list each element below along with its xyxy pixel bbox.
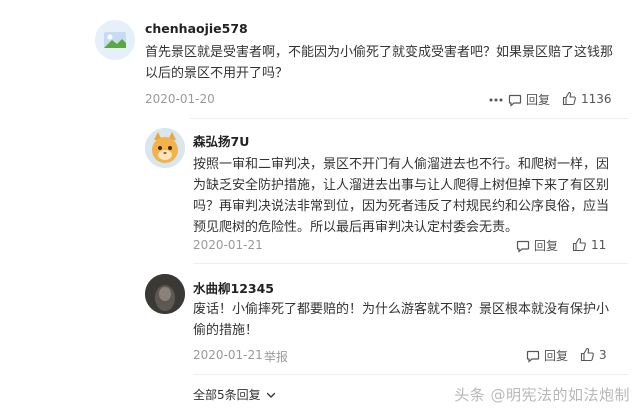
comment-date: 2020-01-20: [145, 92, 215, 106]
show-all-replies-button[interactable]: 全部5条回复: [193, 386, 277, 403]
thumbs-up-icon: [572, 237, 586, 252]
reply-button[interactable]: 回复: [516, 237, 558, 254]
reply-label: 回复: [544, 349, 569, 363]
like-button[interactable]: 3: [580, 347, 607, 362]
dark-photo-avatar-icon: [145, 274, 185, 314]
reply-bubble-icon: [526, 350, 540, 363]
comment-username[interactable]: chenhaojie578: [145, 21, 248, 36]
thumbs-up-icon: [562, 91, 576, 106]
comment-username[interactable]: 水曲柳12345: [193, 278, 274, 297]
comment-username[interactable]: 森弘扬7U: [193, 131, 249, 150]
comment-menu-button[interactable]: [488, 92, 504, 108]
chevron-down-icon: [266, 392, 275, 398]
user-avatar[interactable]: [145, 274, 185, 314]
like-button[interactable]: 1136: [562, 91, 612, 106]
reply-bubble-icon: [508, 94, 522, 107]
like-count: 1136: [581, 91, 612, 106]
like-count: 11: [591, 237, 607, 252]
thumbs-up-icon: [580, 347, 594, 362]
divider: [190, 118, 628, 119]
reply-label: 回复: [534, 239, 559, 253]
comment-text: 废话！小偷摔死了都要赔的！为什么游客就不赔？景区根本就没有保护小偷的措施！: [193, 302, 610, 338]
report-link[interactable]: 举报: [264, 348, 288, 365]
reply-button[interactable]: 回复: [526, 347, 568, 364]
reply-button[interactable]: 回复: [508, 91, 550, 108]
more-dots-icon: [489, 98, 503, 102]
comment-date: 2020-01-21: [193, 348, 263, 362]
comment-text: 按照一审和二审判决，景区不开门有人偷溜进去也不行。和爬树一样，因为缺乏安全防护措…: [193, 157, 610, 235]
watermark: 头条 @明宪法的如法炮制: [454, 386, 630, 404]
user-avatar[interactable]: [95, 20, 135, 60]
like-count: 3: [599, 347, 607, 362]
reply-bubble-icon: [516, 240, 530, 253]
reply-label: 回复: [526, 93, 551, 107]
comment-text: 首先景区就是受害者啊，不能因为小偷死了就变成受害者吧？如果景区赔了这钱那以后的景…: [145, 45, 614, 81]
show-all-replies-label: 全部5条回复: [193, 388, 261, 402]
comment-date: 2020-01-21: [193, 238, 263, 252]
divider: [193, 263, 628, 264]
cartoon-cat-avatar-icon: [145, 128, 185, 168]
divider: [193, 374, 628, 375]
like-button[interactable]: 11: [572, 237, 606, 252]
user-avatar[interactable]: [145, 128, 185, 168]
landscape-avatar-icon: [95, 20, 135, 60]
